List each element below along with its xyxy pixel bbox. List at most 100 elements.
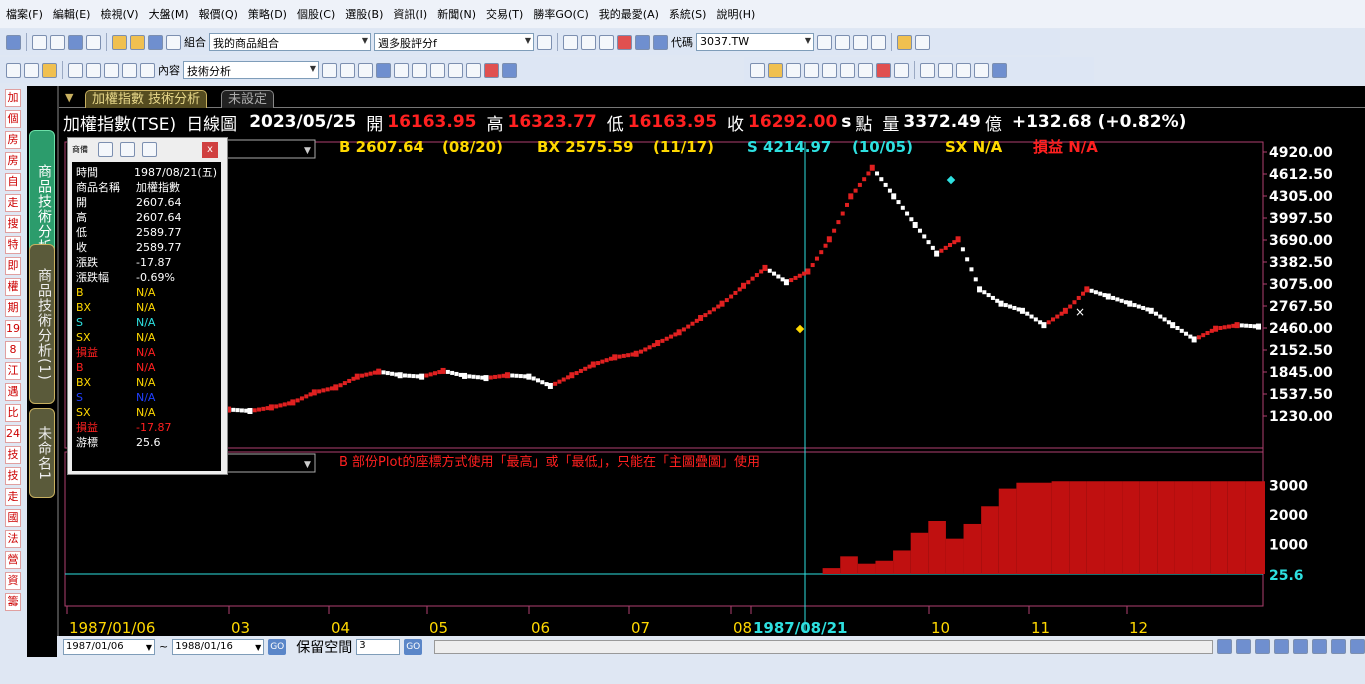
resize-icon[interactable] [563,34,578,50]
print-icon[interactable] [166,34,181,50]
export-icon[interactable] [974,62,989,78]
palette-icon[interactable] [502,62,517,78]
crosshair-icon[interactable] [786,62,801,78]
menu-item[interactable]: 資訊(I) [393,6,427,22]
plus-icon[interactable] [1274,639,1289,654]
fit-icon[interactable] [430,62,445,78]
chart-svg[interactable]: B 2607.64 (08/20) BX 2575.59 (11/17) S 4… [59,136,1365,684]
menu-item[interactable]: 我的最愛(A) [599,6,659,22]
font-down-icon[interactable] [120,142,135,157]
menu-item[interactable]: 個股(C) [297,6,335,22]
heart-icon[interactable] [617,34,632,50]
time-scrollbar[interactable] [434,639,1213,654]
new-file-icon[interactable] [112,34,127,50]
layout-icon[interactable] [6,34,21,50]
close-window-icon[interactable] [140,62,155,78]
go-button-2[interactable]: GO [404,638,423,655]
go-button[interactable]: GO [268,638,287,655]
sidebar-key[interactable]: 遇 [5,383,21,401]
sidebar-key[interactable]: 8 [5,341,21,359]
sidebar-key[interactable]: 營 [5,551,21,569]
sidebar-key[interactable]: 走 [5,488,21,506]
layout-rows-icon[interactable] [86,62,101,78]
panel-icon[interactable] [448,62,463,78]
enter-icon[interactable] [537,34,552,50]
refresh-icon[interactable] [599,34,614,50]
sidebar-key[interactable]: 比 [5,404,21,422]
layout-row-icon[interactable] [68,62,83,78]
menu-item[interactable]: 檔案(F) [6,6,43,22]
k-chart-icon[interactable] [871,34,886,50]
close-button[interactable]: x [202,142,218,158]
settings-icon[interactable] [466,62,481,78]
eraser-icon[interactable] [822,62,837,78]
data-window[interactable]: 商備 x 時間 1987/08/21(五) 商品名稱 加權指數開 2607.64 高 260… [67,137,228,475]
tool-b-icon[interactable] [340,62,355,78]
sidebar-key[interactable]: 房 [5,131,21,149]
camera-icon[interactable] [915,34,930,50]
pointer-icon[interactable] [750,62,765,78]
sidebar-key[interactable]: 走 [5,194,21,212]
paste-icon[interactable] [42,62,57,78]
help-icon[interactable] [1331,639,1346,654]
sidebar-key[interactable]: 技 [5,467,21,485]
home-icon[interactable] [1293,639,1308,654]
move-icon[interactable] [804,62,819,78]
line-icon[interactable] [920,62,935,78]
sidebar-key[interactable]: 加 [5,89,21,107]
hline-icon[interactable] [938,62,953,78]
menu-item[interactable]: 勝率GO(C) [533,6,588,22]
menu-item[interactable]: 交易(T) [486,6,523,22]
sidebar-key[interactable]: 19 [5,320,21,338]
tab-index-analysis[interactable]: 加權指數 技術分析 [85,90,208,108]
dollar-icon[interactable] [768,62,783,78]
font-up-icon[interactable] [394,62,409,78]
tab-unset[interactable]: 未設定 [221,90,275,108]
rating-select[interactable]: 週多股評分f [374,33,534,51]
date-to-select[interactable]: 1988/01/16 [172,638,265,655]
note-icon[interactable] [840,62,855,78]
enter-icon[interactable] [817,34,832,50]
channel-icon[interactable] [956,62,971,78]
menu-item[interactable]: 選股(B) [345,6,383,22]
layout-cols-icon[interactable] [104,62,119,78]
tool-c-icon[interactable] [358,62,373,78]
cut-icon[interactable] [6,62,21,78]
sidebar-key[interactable]: 即 [5,257,21,275]
font-up-icon[interactable] [98,142,113,157]
sidebar-key[interactable]: 國 [5,509,21,527]
sidebar-key[interactable]: 搜 [5,215,21,233]
menu-item[interactable]: 策略(D) [248,6,287,22]
sidebar-key[interactable]: 24 [5,425,21,443]
menu-item[interactable]: 新聞(N) [437,6,476,22]
tools-icon[interactable] [1350,639,1365,654]
menu-item[interactable]: 報價(Q) [199,6,238,22]
menu-item[interactable]: 檢視(V) [100,6,138,22]
vtab-unnamed-1[interactable]: 未命名1 [29,408,55,498]
sidebar-key[interactable]: 法 [5,530,21,548]
save-icon[interactable] [148,34,163,50]
forward-arrow-icon[interactable] [86,34,101,50]
menu-item[interactable]: 說明(H) [716,6,755,22]
sidebar-key[interactable]: 江 [5,362,21,380]
down-double-icon[interactable] [653,34,668,50]
tab-menu-icon[interactable]: ▼ [65,91,73,104]
report-icon[interactable] [897,34,912,50]
copy-icon[interactable] [24,62,39,78]
layout-grid-icon[interactable] [122,62,137,78]
menu-item[interactable]: 大盤(M) [149,6,189,22]
back-arrow-icon[interactable] [68,34,83,50]
arrow-up-icon[interactable] [992,62,1007,78]
up-double-icon[interactable] [635,34,650,50]
sidebar-key[interactable]: 技 [5,446,21,464]
menu-item[interactable]: 系統(S) [669,6,707,22]
chart-icon[interactable] [858,62,873,78]
tool-d-icon[interactable] [376,62,391,78]
minus-icon[interactable] [1255,639,1270,654]
menu-item[interactable]: 編輯(E) [53,6,91,22]
sidebar-key[interactable]: 特 [5,236,21,254]
indicator-icon[interactable] [484,62,499,78]
home-icon[interactable] [32,34,47,50]
fit-icon[interactable] [142,142,157,157]
reserve-input[interactable]: 3 [356,638,401,655]
